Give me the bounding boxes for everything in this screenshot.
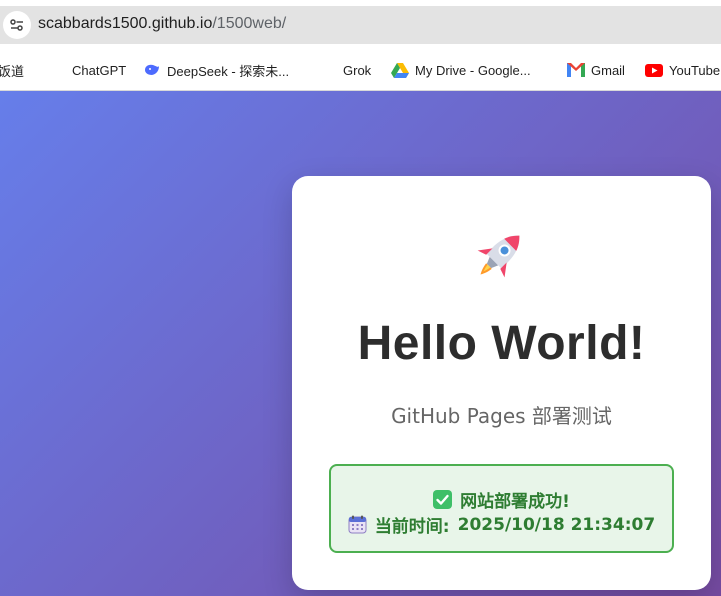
youtube-icon — [645, 61, 663, 79]
calendar-icon — [348, 515, 367, 534]
bookmark-chatgpt[interactable]: ChatGPT — [72, 59, 126, 81]
page-title: Hello World! — [357, 317, 646, 370]
hello-card: Hello World! GitHub Pages 部署测试 网站部署成功! 当… — [292, 176, 711, 590]
current-time-line: 当前时间: 2025/10/18 21:34:07 — [331, 512, 672, 537]
bookmark-deepseek[interactable]: DeepSeek - 探索未... — [143, 59, 289, 81]
url-text[interactable]: scabbards1500.github.io/1500web/ — [38, 15, 286, 33]
deepseek-whale-icon — [143, 61, 161, 79]
page-background: Hello World! GitHub Pages 部署测试 网站部署成功! 当… — [0, 91, 721, 596]
bookmark-label: DeepSeek - 探索未... — [167, 63, 290, 79]
time-label: 当前时间: — [374, 517, 450, 537]
bookmarks-bar: 饭道 ChatGPT DeepSeek - 探索未... Grok My Dri… — [0, 50, 721, 90]
deploy-success-line: 网站部署成功! — [331, 487, 672, 512]
site-info-icon[interactable] — [3, 11, 31, 39]
page-subtitle: GitHub Pages 部署测试 — [391, 404, 612, 428]
bookmark-label: ChatGPT — [72, 62, 127, 78]
check-mark-icon — [433, 490, 453, 509]
bookmark-label: Grok — [343, 62, 372, 78]
address-bar-row: scabbards1500.github.io/1500web/ — [0, 0, 721, 50]
status-box: 网站部署成功! 当前时间: 2025/10/18 21:34:07 — [329, 464, 674, 553]
bookmark-youtube[interactable]: YouTube — [645, 59, 720, 81]
bookmark-grok[interactable]: Grok — [343, 59, 371, 81]
bookmark-label: 饭道 — [0, 63, 25, 79]
bookmark-label: Gmail — [591, 62, 625, 78]
bookmark-google-drive[interactable]: My Drive - Google... — [391, 59, 531, 81]
url-path: /1500web/ — [212, 15, 287, 32]
url-host: scabbards1500.github.io — [38, 15, 213, 32]
gmail-icon — [567, 61, 585, 79]
bookmark-gmail[interactable]: Gmail — [567, 59, 625, 81]
bookmark-label: My Drive - Google... — [415, 62, 531, 78]
time-value: 2025/10/18 21:34:07 — [457, 514, 656, 535]
bookmark-item[interactable]: 饭道 — [0, 59, 24, 81]
bookmark-label: YouTube — [669, 62, 721, 78]
google-drive-icon — [391, 61, 409, 79]
rocket-icon — [471, 224, 531, 284]
deploy-success-text: 网站部署成功! — [460, 492, 570, 512]
